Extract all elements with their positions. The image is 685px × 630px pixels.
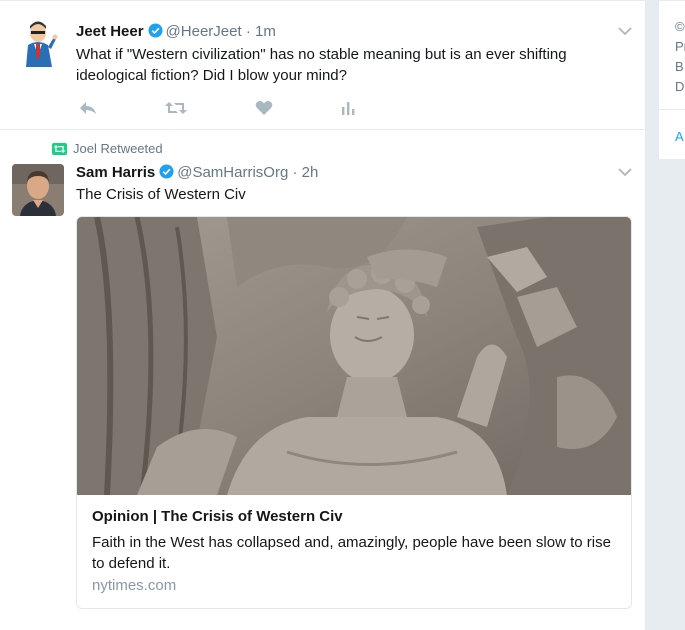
sidebar-line[interactable]: B — [675, 57, 684, 77]
chevron-down-icon[interactable] — [618, 23, 632, 41]
separator: · — [245, 23, 251, 40]
tweet[interactable]: Jeet Heer @HeerJeet · 1m What if "Western… — [0, 0, 646, 130]
right-sidebar: © Pr B D A — [658, 0, 685, 630]
retweet-icon[interactable] — [164, 96, 188, 120]
display-name[interactable]: Sam Harris — [76, 164, 155, 181]
username[interactable]: @SamHarrisOrg — [177, 164, 288, 181]
separator: · — [292, 164, 298, 181]
sidebar-card: © Pr B D A — [658, 0, 685, 160]
username[interactable]: @HeerJeet — [166, 23, 242, 40]
analytics-icon[interactable] — [336, 96, 360, 120]
display-name[interactable]: Jeet Heer — [76, 23, 144, 40]
tweet[interactable]: Joel Retweeted Sam Harris @SamHarrisOrg ·… — [0, 131, 646, 630]
verified-badge-icon — [148, 23, 163, 42]
sidebar-line[interactable]: A — [675, 127, 684, 147]
card-domain: nytimes.com — [92, 577, 177, 594]
retweet-badge-icon — [52, 143, 67, 155]
like-icon[interactable] — [252, 96, 276, 120]
timeline: Jeet Heer @HeerJeet · 1m What if "Western… — [0, 0, 646, 630]
tweet-text: What if "Western civilization" has no st… — [76, 46, 567, 84]
retweet-context: Joel Retweeted — [52, 141, 163, 156]
sidebar-line[interactable]: Pr — [675, 37, 685, 57]
timestamp[interactable]: 1m — [255, 23, 276, 40]
link-card[interactable]: Opinion | The Crisis of Western Civ Fait… — [76, 216, 632, 609]
sidebar-line[interactable]: D — [675, 77, 684, 97]
avatar[interactable] — [12, 15, 64, 67]
verified-badge-icon — [159, 164, 174, 183]
card-description: Faith in the West has collapsed and, ama… — [92, 534, 611, 572]
tweet-header: Jeet Heer @HeerJeet · 1m — [76, 23, 276, 42]
tweet-text: The Crisis of Western Civ — [76, 186, 246, 203]
avatar[interactable] — [12, 164, 64, 216]
card-title: Opinion | The Crisis of Western Civ — [92, 508, 343, 525]
retweet-context-label[interactable]: Joel Retweeted — [73, 141, 163, 156]
timestamp[interactable]: 2h — [302, 164, 319, 181]
tweet-header: Sam Harris @SamHarrisOrg · 2h — [76, 164, 318, 183]
tweet-actions — [76, 96, 376, 120]
divider — [659, 109, 685, 110]
chevron-down-icon[interactable] — [618, 164, 632, 182]
reply-icon[interactable] — [76, 96, 100, 120]
card-image — [77, 217, 631, 496]
sidebar-line: © — [675, 19, 685, 34]
